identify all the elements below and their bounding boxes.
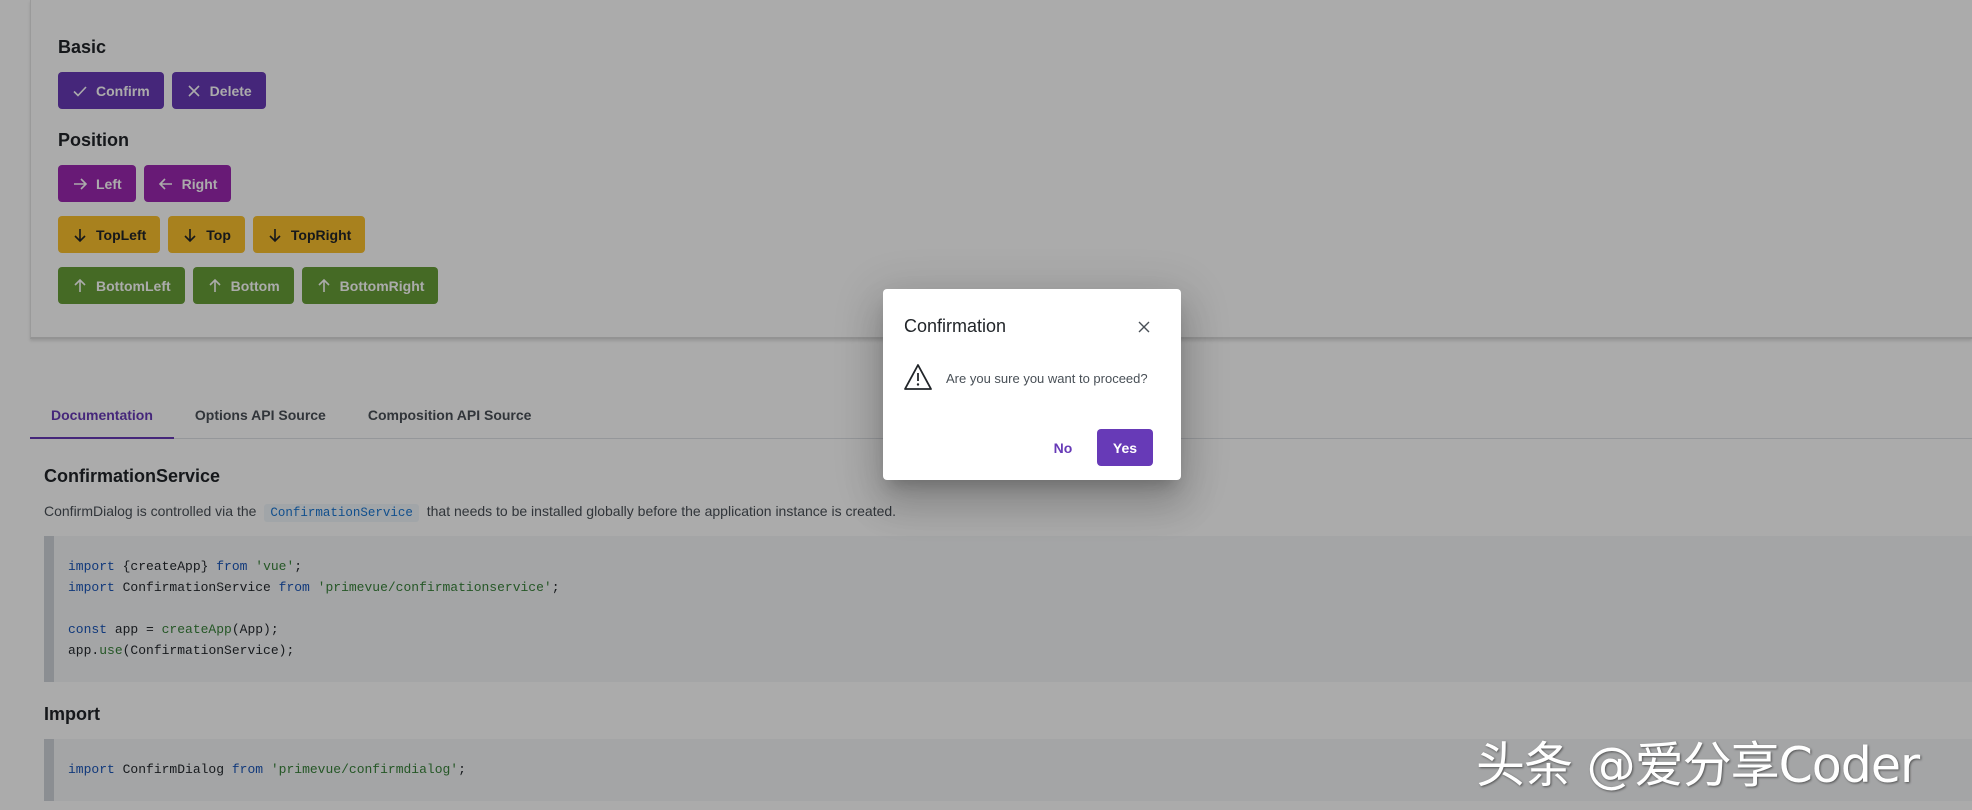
confirm-dialog: Confirmation Are you sure you want to pr… bbox=[883, 289, 1181, 480]
dialog-yes-button[interactable]: Yes bbox=[1097, 429, 1153, 466]
close-icon bbox=[1138, 321, 1150, 333]
dialog-title: Confirmation bbox=[904, 316, 1007, 336]
warning-triangle-icon bbox=[904, 364, 932, 390]
page: Basic Confirm Delete Position Left Right bbox=[0, 0, 1972, 810]
watermark-text: 头条 @爱分享Coder bbox=[1476, 737, 1920, 794]
dialog-close-button[interactable] bbox=[1129, 312, 1159, 342]
dialog-no-button[interactable]: No bbox=[1038, 429, 1088, 466]
dialog-message: Are you sure you want to proceed? bbox=[946, 371, 1148, 386]
